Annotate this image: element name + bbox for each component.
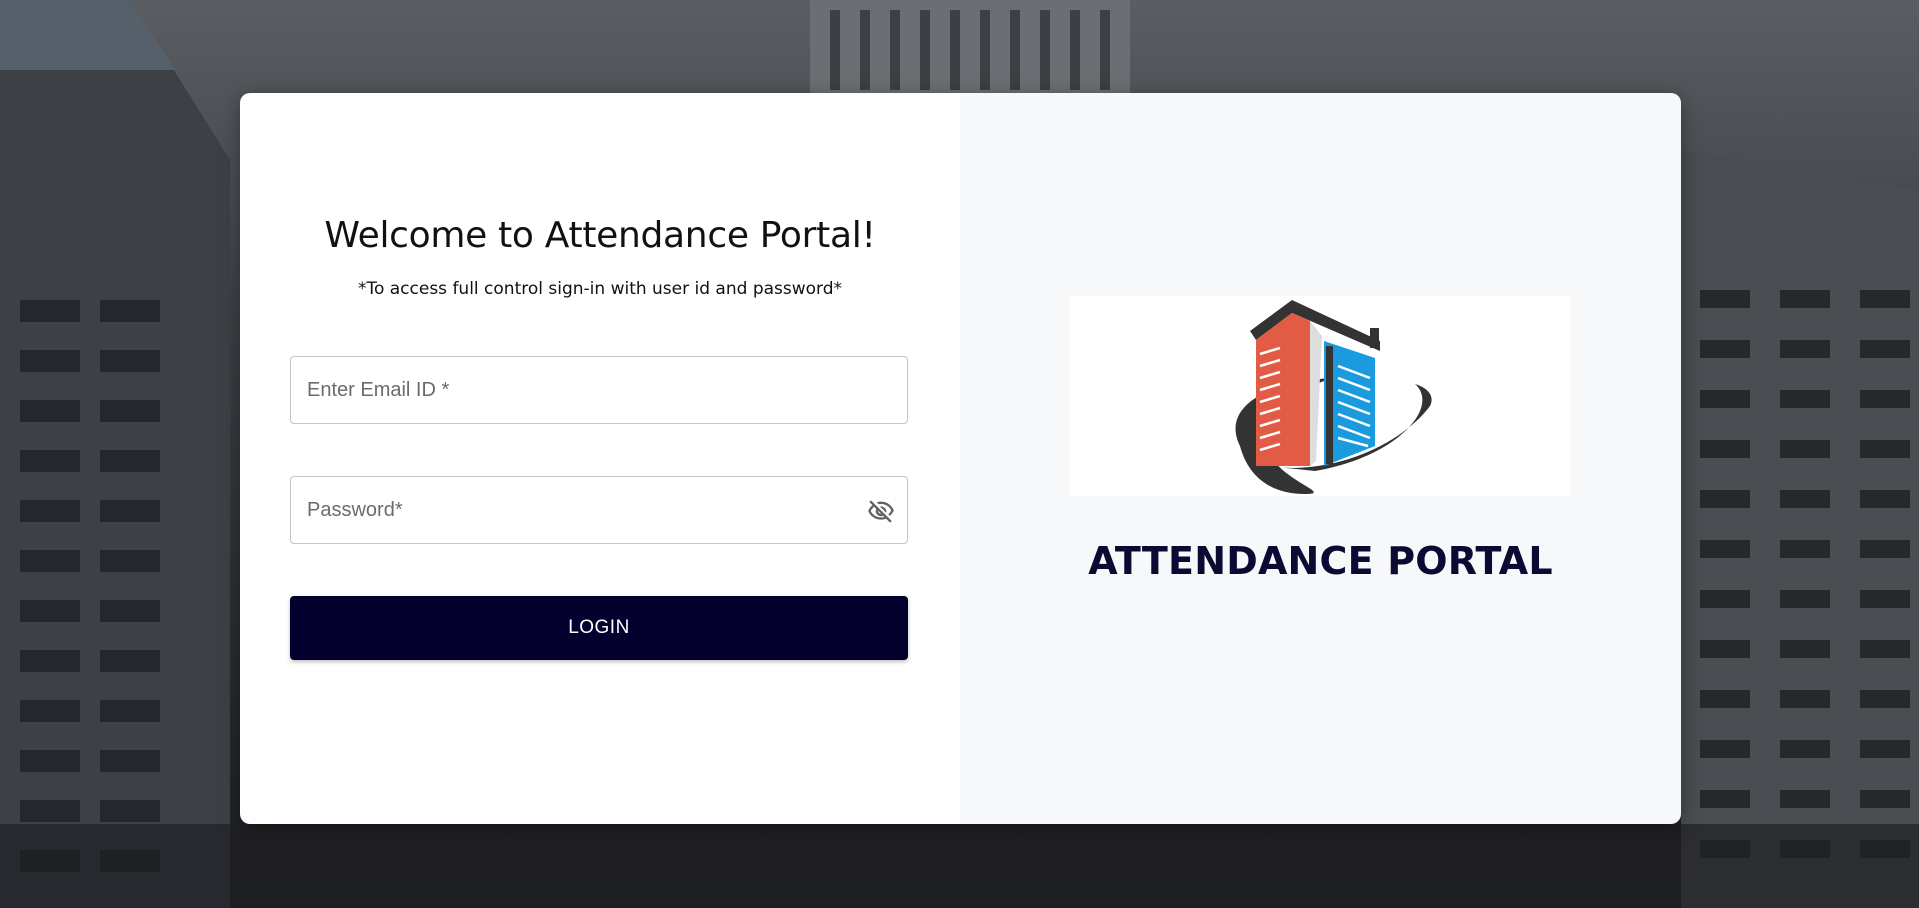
email-field[interactable] <box>290 356 908 424</box>
login-card: Welcome to Attendance Portal! *To access… <box>240 93 1681 824</box>
page-title: Welcome to Attendance Portal! <box>324 215 876 256</box>
email-input[interactable] <box>307 357 847 423</box>
eye-off-icon[interactable] <box>867 497 895 525</box>
login-button[interactable]: LOGIN <box>290 596 908 660</box>
login-panel: Welcome to Attendance Portal! *To access… <box>240 93 960 824</box>
password-field[interactable] <box>290 476 908 544</box>
page-subtitle: *To access full control sign-in with use… <box>357 279 843 299</box>
building-logo-icon <box>1235 300 1432 494</box>
brand-panel: ATTENDANCE PORTAL <box>960 93 1681 824</box>
logo-container <box>1070 296 1570 496</box>
brand-name: ATTENDANCE PORTAL <box>1088 539 1553 583</box>
password-input[interactable] <box>307 477 847 543</box>
